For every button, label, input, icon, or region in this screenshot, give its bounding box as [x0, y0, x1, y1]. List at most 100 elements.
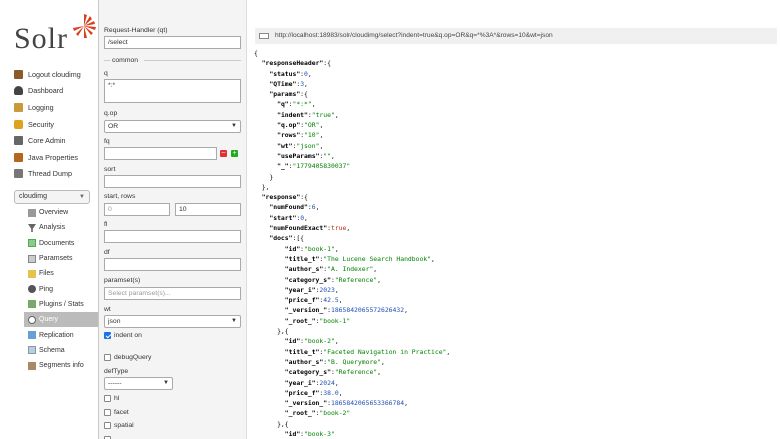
handler-input[interactable]: /select [104, 36, 241, 49]
core-item-query[interactable]: Query [24, 312, 98, 328]
json-numfound: 6 [311, 203, 316, 212]
doc-field: "book-2" [304, 337, 335, 346]
fieldset-line-right [144, 60, 241, 61]
qop-label: q.op [104, 110, 118, 117]
dashboard-icon [14, 86, 23, 96]
core-item-overview[interactable]: Overview [24, 205, 98, 220]
nav-java-properties-label: Java Properties [28, 152, 78, 162]
fq-input[interactable] [104, 147, 217, 160]
deftype-label: defType [104, 368, 129, 375]
json-q: "*:*" [292, 100, 312, 109]
core-item-label: Files [39, 270, 54, 278]
logo-text: Solr [14, 22, 69, 55]
java-properties-icon [14, 152, 23, 162]
segments-icon [28, 361, 36, 370]
json-response: { "responseHeader":{ "status":0, "QTime"… [254, 49, 451, 438]
df-input[interactable] [104, 258, 241, 271]
q-label: q [104, 70, 108, 77]
qop-select[interactable]: OR ▼ [104, 120, 241, 133]
funnel-icon [28, 223, 36, 232]
core-menu: Overview Analysis Documents Paramsets Fi… [24, 205, 98, 373]
nav-logging[interactable]: Logging [14, 99, 98, 116]
json-indent: "true" [311, 110, 335, 119]
nav-logout[interactable]: Logout cloudimg [14, 66, 98, 83]
remove-fq-button[interactable]: – [220, 149, 227, 157]
folder-icon [28, 269, 36, 278]
core-item-label: Paramsets [39, 255, 73, 263]
nav-java-properties[interactable]: Java Properties [14, 149, 98, 166]
facet-checkbox[interactable] [104, 409, 111, 416]
json-rows: "10" [304, 131, 320, 140]
wt-label: wt [104, 306, 111, 313]
paramsets-input[interactable]: Select paramset(s)... [104, 287, 241, 300]
doc-field: 42.5 [323, 296, 339, 305]
core-item-files[interactable]: Files [24, 266, 98, 281]
core-item-segments[interactable]: Segments info [24, 358, 98, 373]
left-navigation: Solr Logout cloudimg Dashboard Logging S… [0, 0, 98, 439]
fl-label: fl [104, 221, 108, 228]
chevron-down-icon: ▼ [231, 123, 237, 129]
sort-input[interactable] [104, 175, 241, 188]
logging-icon [14, 102, 23, 112]
json-qtime: 3 [300, 79, 305, 88]
core-admin-icon [14, 136, 23, 146]
core-item-plugins[interactable]: Plugins / Stats [24, 297, 98, 312]
core-selector-value: cloudimg [19, 193, 48, 200]
doc-field: "The Lucene Search Handbook" [323, 254, 432, 263]
core-item-replication[interactable]: Replication [24, 327, 98, 342]
doc-field: 1865842065572626432 [330, 306, 405, 315]
deftype-select[interactable]: ------ ▼ [104, 377, 173, 390]
core-item-analysis[interactable]: Analysis [24, 220, 98, 235]
doc-field: "A. Indexer" [327, 265, 374, 274]
doc-field: 2024 [319, 378, 335, 387]
doc-field: 38.0 [323, 388, 339, 397]
thread-dump-icon [14, 169, 23, 179]
add-fq-button[interactable]: + [231, 150, 238, 157]
doc-field: "Faceted Navigation in Practice" [323, 347, 447, 356]
nav-security-label: Security [28, 119, 54, 129]
common-legend: common [112, 57, 139, 64]
nav-security[interactable]: Security [14, 116, 98, 133]
start-input[interactable]: 0 [104, 203, 170, 216]
query-form: Request-Handler (qt) /select common q *:… [99, 0, 247, 439]
core-item-ping[interactable]: Ping [24, 281, 98, 296]
json-wt: "json" [296, 141, 320, 150]
wt-select[interactable]: json ▼ [104, 315, 241, 328]
nav-thread-dump[interactable]: Thread Dump [14, 166, 98, 183]
solr-sun-icon [73, 14, 96, 38]
paramsets-icon [28, 254, 36, 263]
spatial-checkbox[interactable] [104, 422, 111, 429]
core-item-label: Analysis [39, 224, 66, 232]
replication-icon [28, 331, 36, 340]
fl-input[interactable] [104, 230, 241, 243]
nav-core-admin-label: Core Admin [28, 136, 66, 146]
doc-field: 2023 [319, 285, 335, 294]
core-item-schema[interactable]: Schema [24, 343, 98, 358]
nav-logout-label: Logout cloudimg [28, 69, 81, 79]
rows-input[interactable]: 10 [175, 203, 241, 216]
core-item-paramsets[interactable]: Paramsets [24, 251, 98, 266]
hl-checkbox[interactable] [104, 395, 111, 402]
q-textarea[interactable]: *:* [104, 79, 241, 103]
json-underscore: "1779405830037" [292, 162, 351, 171]
nav-dashboard[interactable]: Dashboard [14, 83, 98, 100]
core-item-label: Replication [39, 331, 74, 339]
debugquery-checkbox[interactable] [104, 354, 111, 361]
deftype-value: ------ [108, 380, 122, 387]
link-icon [259, 33, 269, 39]
core-item-label: Query [39, 316, 59, 324]
core-selector[interactable]: cloudimg ▼ [14, 190, 90, 204]
request-url-bar[interactable]: http://localhost:18983/solr/cloudimg/sel… [255, 28, 777, 44]
doc-field: "Reference" [334, 275, 378, 284]
doc-field: 1865842065653366784 [330, 399, 405, 408]
nav-core-admin[interactable]: Core Admin [14, 132, 98, 149]
facet-label: facet [114, 409, 129, 416]
core-item-label: Segments info [39, 362, 84, 370]
json-useparams: "" [323, 151, 331, 160]
ping-icon [28, 285, 36, 294]
solr-logo[interactable]: Solr [14, 14, 96, 58]
core-item-documents[interactable]: Documents [24, 236, 98, 251]
doc-field: "book-1" [319, 316, 351, 325]
indent-checkbox[interactable] [104, 332, 111, 339]
json-qop: "OR" [304, 121, 320, 130]
